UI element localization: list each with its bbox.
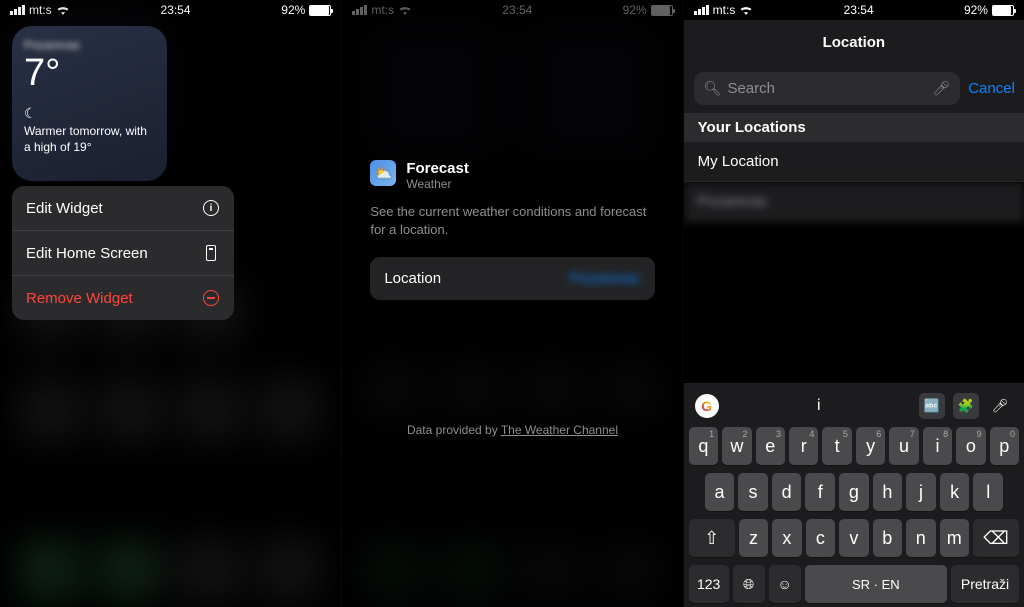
google-icon[interactable]: G xyxy=(695,394,719,418)
carrier-label: mt:s xyxy=(713,3,736,17)
key-a[interactable]: a xyxy=(705,473,735,511)
space-key[interactable]: SR · EN xyxy=(805,565,947,603)
signal-icon xyxy=(694,5,709,15)
key-d[interactable]: d xyxy=(772,473,802,511)
location-value: Pozarevac xyxy=(570,270,641,287)
key-x[interactable]: x xyxy=(772,519,801,557)
key-f[interactable]: f xyxy=(805,473,835,511)
remove-widget-menu-item[interactable]: Remove Widget xyxy=(12,276,234,320)
apps-icon xyxy=(206,245,216,261)
battery-percent: 92% xyxy=(964,3,988,17)
nav-bar: Location xyxy=(684,20,1024,64)
key-b[interactable]: b xyxy=(873,519,902,557)
location-label: Location xyxy=(384,270,441,287)
edit-widget-menu-item[interactable]: Edit Widget i xyxy=(12,186,234,231)
dim-overlay[interactable] xyxy=(342,0,682,607)
panel-location-search: mt:s 23:54 92% Location 🔍︎ 🎤︎ Cancel You… xyxy=(683,0,1024,607)
key-k[interactable]: k xyxy=(940,473,970,511)
key-e[interactable]: e3 xyxy=(756,427,785,465)
time-label: 23:54 xyxy=(844,3,874,17)
weather-app-icon: ⛅ xyxy=(370,160,396,186)
sticker-icon[interactable]: 🧩 xyxy=(953,393,979,419)
key-p[interactable]: p0 xyxy=(990,427,1019,465)
moon-icon: ☾ xyxy=(24,105,155,122)
key-t[interactable]: t5 xyxy=(822,427,851,465)
widget-description: Warmer tomorrow, with a high of 19° xyxy=(24,124,155,155)
backspace-key[interactable]: ⌫ xyxy=(973,519,1019,557)
nav-title: Location xyxy=(823,34,886,51)
widget-location: Pozarevac xyxy=(24,38,155,52)
voice-icon[interactable]: 🎤︎ xyxy=(987,393,1013,419)
key-m[interactable]: m xyxy=(940,519,969,557)
menu-label: Remove Widget xyxy=(26,290,133,307)
key-o[interactable]: o9 xyxy=(956,427,985,465)
key-q[interactable]: q1 xyxy=(689,427,718,465)
key-v[interactable]: v xyxy=(839,519,868,557)
my-location-item[interactable]: My Location xyxy=(684,142,1024,182)
suggestion-row: G i 🔤 🧩 🎤︎ xyxy=(687,389,1021,427)
forecast-description: See the current weather conditions and f… xyxy=(370,203,654,239)
keyboard-row-1: q1w2e3r4t5y6u7i8o9p0 xyxy=(687,427,1021,465)
remove-icon xyxy=(203,290,219,306)
panel-forecast-edit: mt:s 23:54 92% ⛅ Forecast Weather See th… xyxy=(341,0,682,607)
keyboard-row-2: asdfghjkl xyxy=(687,473,1021,511)
search-row: 🔍︎ 🎤︎ Cancel xyxy=(684,64,1024,113)
info-icon: i xyxy=(203,200,219,216)
menu-label: Edit Home Screen xyxy=(26,245,148,262)
key-i[interactable]: i8 xyxy=(923,427,952,465)
key-h[interactable]: h xyxy=(873,473,903,511)
suggestion-text[interactable]: i xyxy=(727,397,911,415)
widget-context-menu: Edit Widget i Edit Home Screen Remove Wi… xyxy=(12,186,234,320)
forecast-title: Forecast xyxy=(406,160,469,177)
wifi-icon xyxy=(739,5,753,15)
key-w[interactable]: w2 xyxy=(722,427,751,465)
key-u[interactable]: u7 xyxy=(889,427,918,465)
translate-icon[interactable]: 🔤 xyxy=(919,393,945,419)
search-input[interactable] xyxy=(727,80,926,97)
your-locations-header: Your Locations xyxy=(684,113,1024,142)
shift-key[interactable]: ⇧ xyxy=(689,519,735,557)
menu-label: Edit Widget xyxy=(26,200,103,217)
location-row[interactable]: Location Pozarevac xyxy=(370,257,654,300)
key-l[interactable]: l xyxy=(973,473,1003,511)
search-field[interactable]: 🔍︎ 🎤︎ xyxy=(694,72,961,105)
keyboard-row-bottom: 123 🌐︎ ☺ SR · EN Pretraži xyxy=(687,565,1021,603)
data-attribution: Data provided by The Weather Channel xyxy=(342,423,682,437)
key-r[interactable]: r4 xyxy=(789,427,818,465)
key-c[interactable]: c xyxy=(806,519,835,557)
panel-widget-context-menu: mt:s 23:54 92% Pozarevac 7° ☾ Warmer tom… xyxy=(0,0,341,607)
search-icon: 🔍︎ xyxy=(704,80,722,97)
key-z[interactable]: z xyxy=(739,519,768,557)
key-s[interactable]: s xyxy=(738,473,768,511)
forecast-subtitle: Weather xyxy=(406,177,469,191)
battery-icon xyxy=(992,5,1014,16)
key-g[interactable]: g xyxy=(839,473,869,511)
widget-temperature: 7° xyxy=(24,52,155,95)
weather-widget[interactable]: Pozarevac 7° ☾ Warmer tomorrow, with a h… xyxy=(12,26,167,181)
weather-channel-link[interactable]: The Weather Channel xyxy=(501,423,618,437)
location-item-blurred[interactable]: Pozarevac xyxy=(684,182,1024,222)
globe-key[interactable]: 🌐︎ xyxy=(733,565,765,603)
status-bar: mt:s 23:54 92% xyxy=(684,0,1024,20)
keyboard-row-3: ⇧ zxcvbnm ⌫ xyxy=(687,519,1021,557)
keyboard: G i 🔤 🧩 🎤︎ q1w2e3r4t5y6u7i8o9p0 asdfghjk… xyxy=(684,383,1024,607)
edit-home-screen-menu-item[interactable]: Edit Home Screen xyxy=(12,231,234,276)
forecast-config-panel: ⛅ Forecast Weather See the current weath… xyxy=(342,160,682,300)
key-n[interactable]: n xyxy=(906,519,935,557)
numbers-key[interactable]: 123 xyxy=(689,565,729,603)
key-y[interactable]: y6 xyxy=(856,427,885,465)
cancel-button[interactable]: Cancel xyxy=(968,80,1015,97)
key-j[interactable]: j xyxy=(906,473,936,511)
emoji-key[interactable]: ☺ xyxy=(769,565,801,603)
mic-icon[interactable]: 🎤︎ xyxy=(932,80,950,97)
search-key[interactable]: Pretraži xyxy=(951,565,1019,603)
